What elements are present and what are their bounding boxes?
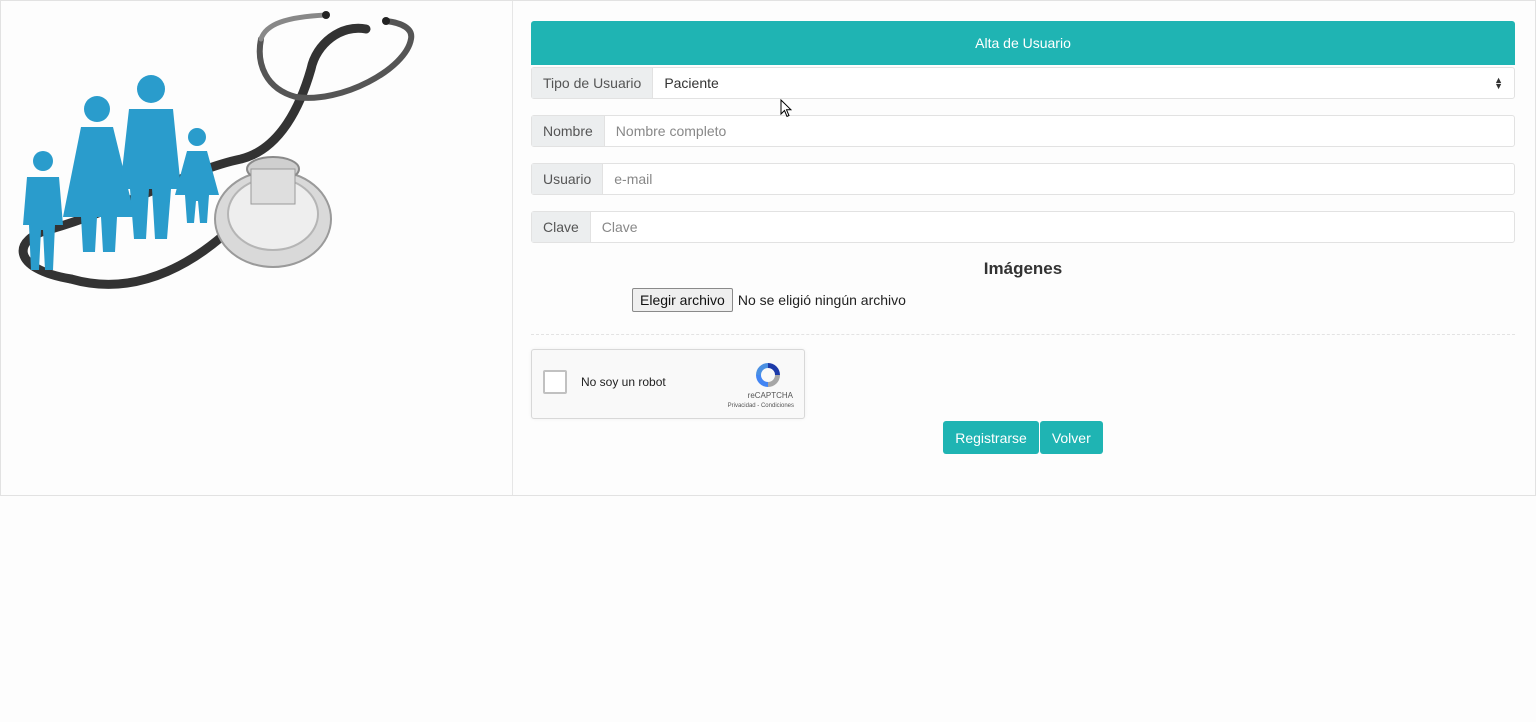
password-input[interactable]: Clave bbox=[591, 212, 1514, 242]
email-input[interactable]: e-mail bbox=[603, 164, 1514, 194]
mouse-cursor-icon bbox=[780, 99, 792, 118]
recaptcha-widget: No soy un robot reCAPTCHA Privacidad - C… bbox=[531, 349, 805, 419]
name-input[interactable]: Nombre completo bbox=[605, 116, 1514, 146]
form-header: Alta de Usuario bbox=[531, 21, 1515, 65]
family-stethoscope-illustration bbox=[18, 11, 415, 289]
select-arrows-icon: ▲ ▼ bbox=[1494, 75, 1503, 91]
recaptcha-terms-link[interactable]: Privacidad - Condiciones bbox=[728, 403, 794, 409]
illustration-pane bbox=[1, 1, 513, 495]
username-group: Usuario e-mail bbox=[531, 163, 1515, 195]
recaptcha-logo-icon bbox=[756, 363, 780, 387]
name-group: Nombre Nombre completo bbox=[531, 115, 1515, 147]
password-label: Clave bbox=[532, 212, 591, 242]
user-type-select[interactable]: Paciente ▲ ▼ bbox=[653, 68, 1514, 98]
registration-form: Alta de Usuario Tipo de Usuario Paciente… bbox=[531, 21, 1515, 454]
register-button[interactable]: Registrarse bbox=[943, 421, 1039, 454]
name-label: Nombre bbox=[532, 116, 605, 146]
recaptcha-brand: reCAPTCHA bbox=[747, 391, 793, 400]
user-type-label: Tipo de Usuario bbox=[532, 68, 654, 98]
file-upload: Elegir archivo No se eligió ningún archi… bbox=[632, 288, 1515, 312]
form-actions: Registrarse Volver bbox=[531, 421, 1515, 454]
password-group: Clave Clave bbox=[531, 211, 1515, 243]
file-status: No se eligió ningún archivo bbox=[737, 292, 906, 308]
recaptcha-checkbox[interactable] bbox=[543, 370, 567, 394]
username-label: Usuario bbox=[532, 164, 604, 194]
choose-file-button[interactable]: Elegir archivo bbox=[632, 288, 733, 312]
registration-card: Alta de Usuario Tipo de Usuario Paciente… bbox=[0, 0, 1536, 496]
back-button[interactable]: Volver bbox=[1039, 421, 1103, 454]
user-type-group: Tipo de Usuario Paciente ▲ ▼ bbox=[531, 67, 1515, 99]
recaptcha-label: No soy un robot bbox=[581, 375, 666, 389]
divider bbox=[531, 334, 1515, 335]
user-type-value: Paciente bbox=[664, 75, 719, 91]
images-title: Imágenes bbox=[983, 259, 1063, 278]
